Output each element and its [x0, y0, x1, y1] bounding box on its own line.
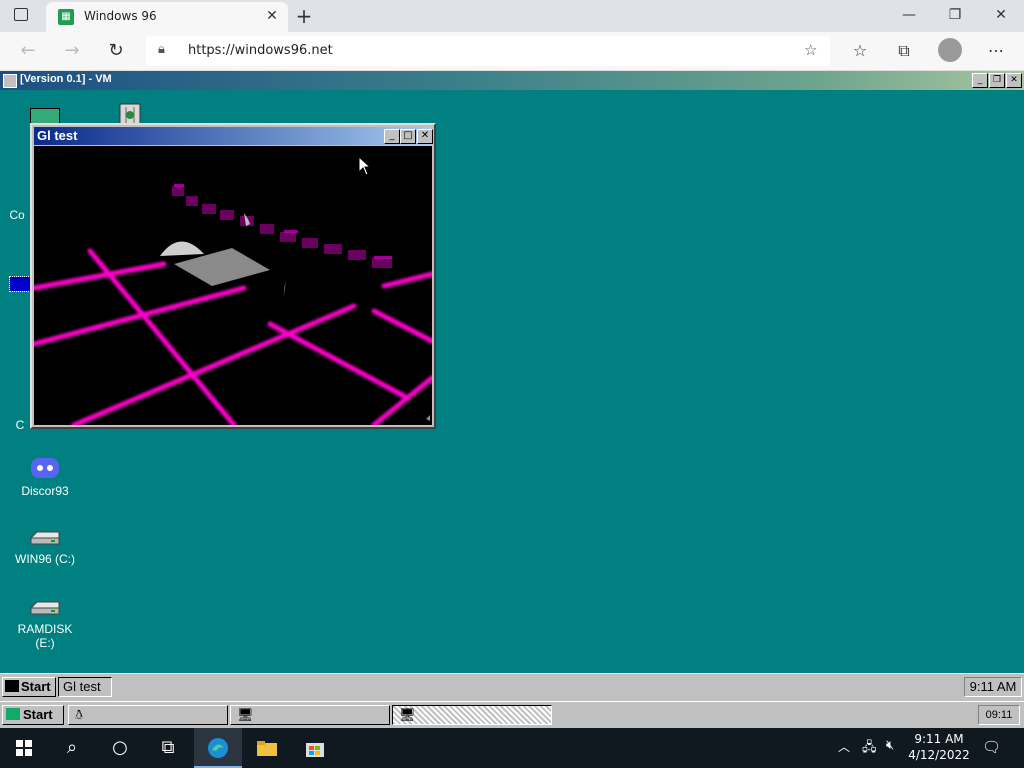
desktop-icon-label: WIN96 (C:) [15, 552, 75, 566]
hard-drive-icon [29, 528, 61, 548]
start-logo-icon [5, 680, 19, 692]
mouse-cursor-icon [358, 155, 372, 179]
desktop-icon-label: Discor93 [21, 484, 69, 498]
windows-start-icon[interactable] [0, 728, 48, 768]
cortana-icon[interactable]: ○ [96, 728, 144, 768]
notifications-icon[interactable]: 🗨︎ [982, 738, 1001, 756]
discord-icon [30, 456, 60, 480]
clock-time: 9:11 AM [914, 732, 964, 746]
windows96-favicon-icon: ▦ [58, 9, 74, 25]
desktop-icon-ramdisk[interactable]: RAMDISK (E:) [10, 598, 80, 650]
hard-drive-icon [29, 598, 61, 618]
start-logo-icon [6, 708, 20, 720]
clock-date: 4/12/2022 [908, 748, 970, 762]
minimize-button[interactable]: — [886, 0, 932, 30]
outer-taskbar: Start 🐧︎ 🖥︎ 🖥︎ 09:11 [0, 701, 1024, 729]
profile-avatar[interactable] [938, 38, 962, 62]
desktop-icon-label: RAMDISK (E:) [17, 622, 73, 650]
tab-actions-icon[interactable] [14, 8, 28, 21]
vm-minimize-button[interactable]: _ [972, 73, 988, 88]
vm-title: [Version 0.1] - VM [20, 73, 112, 85]
windows-taskbar: ⌕ ○ ⧉ ︿ 🖧︎ 🔇︎ 9:11 AM 4/12/2022 🗨︎ [0, 728, 1024, 768]
volume-muted-icon[interactable]: 🔇︎ [886, 738, 894, 753]
win96-start-button[interactable]: Start [2, 677, 56, 697]
url-field[interactable]: 🔒︎ https://windows96.net ☆ [146, 36, 830, 66]
store-icon[interactable] [291, 728, 339, 768]
outer-task-button-3[interactable]: 🖥︎ [392, 705, 552, 725]
back-arrow-icon[interactable]: ← [16, 40, 40, 62]
task-label: Gl test [63, 679, 101, 694]
more-menu-icon[interactable]: ⋯ [984, 40, 1008, 62]
vm-close-button[interactable]: ✕ [1006, 73, 1022, 88]
lock-icon[interactable]: 🔒︎ [158, 42, 165, 57]
gl-window-titlebar[interactable]: Gl test _ □ ✕ [34, 127, 433, 145]
vm-titlebar: [Version 0.1] - VM _ ❐ ✕ [0, 71, 1024, 90]
vm-computer-icon [3, 74, 17, 88]
browser-tab-bar: ▦ Windows 96 ✕ + — ❐ ✕ [0, 0, 1024, 32]
tab-close-icon[interactable]: ✕ [262, 6, 282, 26]
favorites-icon[interactable]: ☆ [848, 40, 872, 62]
start-label: Start [23, 707, 53, 722]
outer-task-button-2[interactable]: 🖥︎ [230, 705, 390, 725]
gl-render-canvas[interactable] [31, 146, 435, 428]
collections-icon[interactable]: ⧉ [892, 40, 916, 62]
desktop-icon-drive-c[interactable]: WIN96 (C:) [10, 528, 80, 566]
restore-button[interactable]: ❐ [932, 0, 978, 30]
gl-maximize-button[interactable]: □ [400, 129, 416, 144]
desktop-icon-label: Co [9, 208, 25, 222]
outer-start-button[interactable]: Start [2, 705, 64, 725]
new-tab-button[interactable]: + [292, 5, 316, 27]
file-explorer-icon[interactable] [243, 728, 291, 768]
add-favorite-icon[interactable]: ☆ [804, 41, 817, 59]
start-label: Start [21, 679, 51, 694]
outer-clock: 09:11 [978, 705, 1020, 725]
refresh-icon[interactable]: ↻ [104, 40, 128, 62]
gl-close-button[interactable]: ✕ [417, 129, 433, 144]
win96-taskbar: Start Gl test 9:11 AM [0, 673, 1024, 701]
win96-clock: 9:11 AM [964, 677, 1022, 697]
search-icon[interactable]: ⌕ [48, 728, 96, 768]
gl-window-title: Gl test [37, 128, 78, 143]
address-toolbar: ← → ↻ 🔒︎ https://windows96.net ☆ ☆ ⧉ ⋯ [0, 32, 1024, 71]
edge-taskbar-icon[interactable] [194, 728, 242, 768]
url-text[interactable]: https://windows96.net [188, 43, 333, 58]
computer-icon: 🖥︎ [237, 707, 254, 722]
outer-task-button-1[interactable]: 🐧︎ [68, 705, 228, 725]
network-icon[interactable]: 🖧︎ [862, 738, 877, 760]
taskbar-task-gl-test[interactable]: Gl test [58, 677, 112, 697]
selected-desktop-icon[interactable] [9, 276, 33, 292]
show-hidden-icons[interactable]: ︿ [838, 738, 850, 755]
task-view-icon[interactable]: ⧉ [144, 728, 192, 768]
gl-test-window[interactable]: Gl test _ □ ✕ [30, 123, 436, 429]
desktop-icon-discord[interactable]: Discor93 [10, 456, 80, 498]
gl-minimize-button[interactable]: _ [384, 129, 400, 144]
close-button[interactable]: ✕ [978, 0, 1024, 30]
forward-arrow-icon[interactable]: → [60, 40, 84, 62]
tab-title: Windows 96 [84, 9, 157, 23]
penguin-icon: 🐧︎ [75, 707, 84, 722]
vm-restore-button[interactable]: ❐ [989, 73, 1005, 88]
computer-icon: 🖥︎ [399, 707, 416, 722]
desktop-icon-label: C [15, 418, 25, 432]
browser-tab[interactable]: ▦ Windows 96 ✕ [46, 2, 288, 32]
system-clock[interactable]: 9:11 AM 4/12/2022 [902, 731, 976, 763]
